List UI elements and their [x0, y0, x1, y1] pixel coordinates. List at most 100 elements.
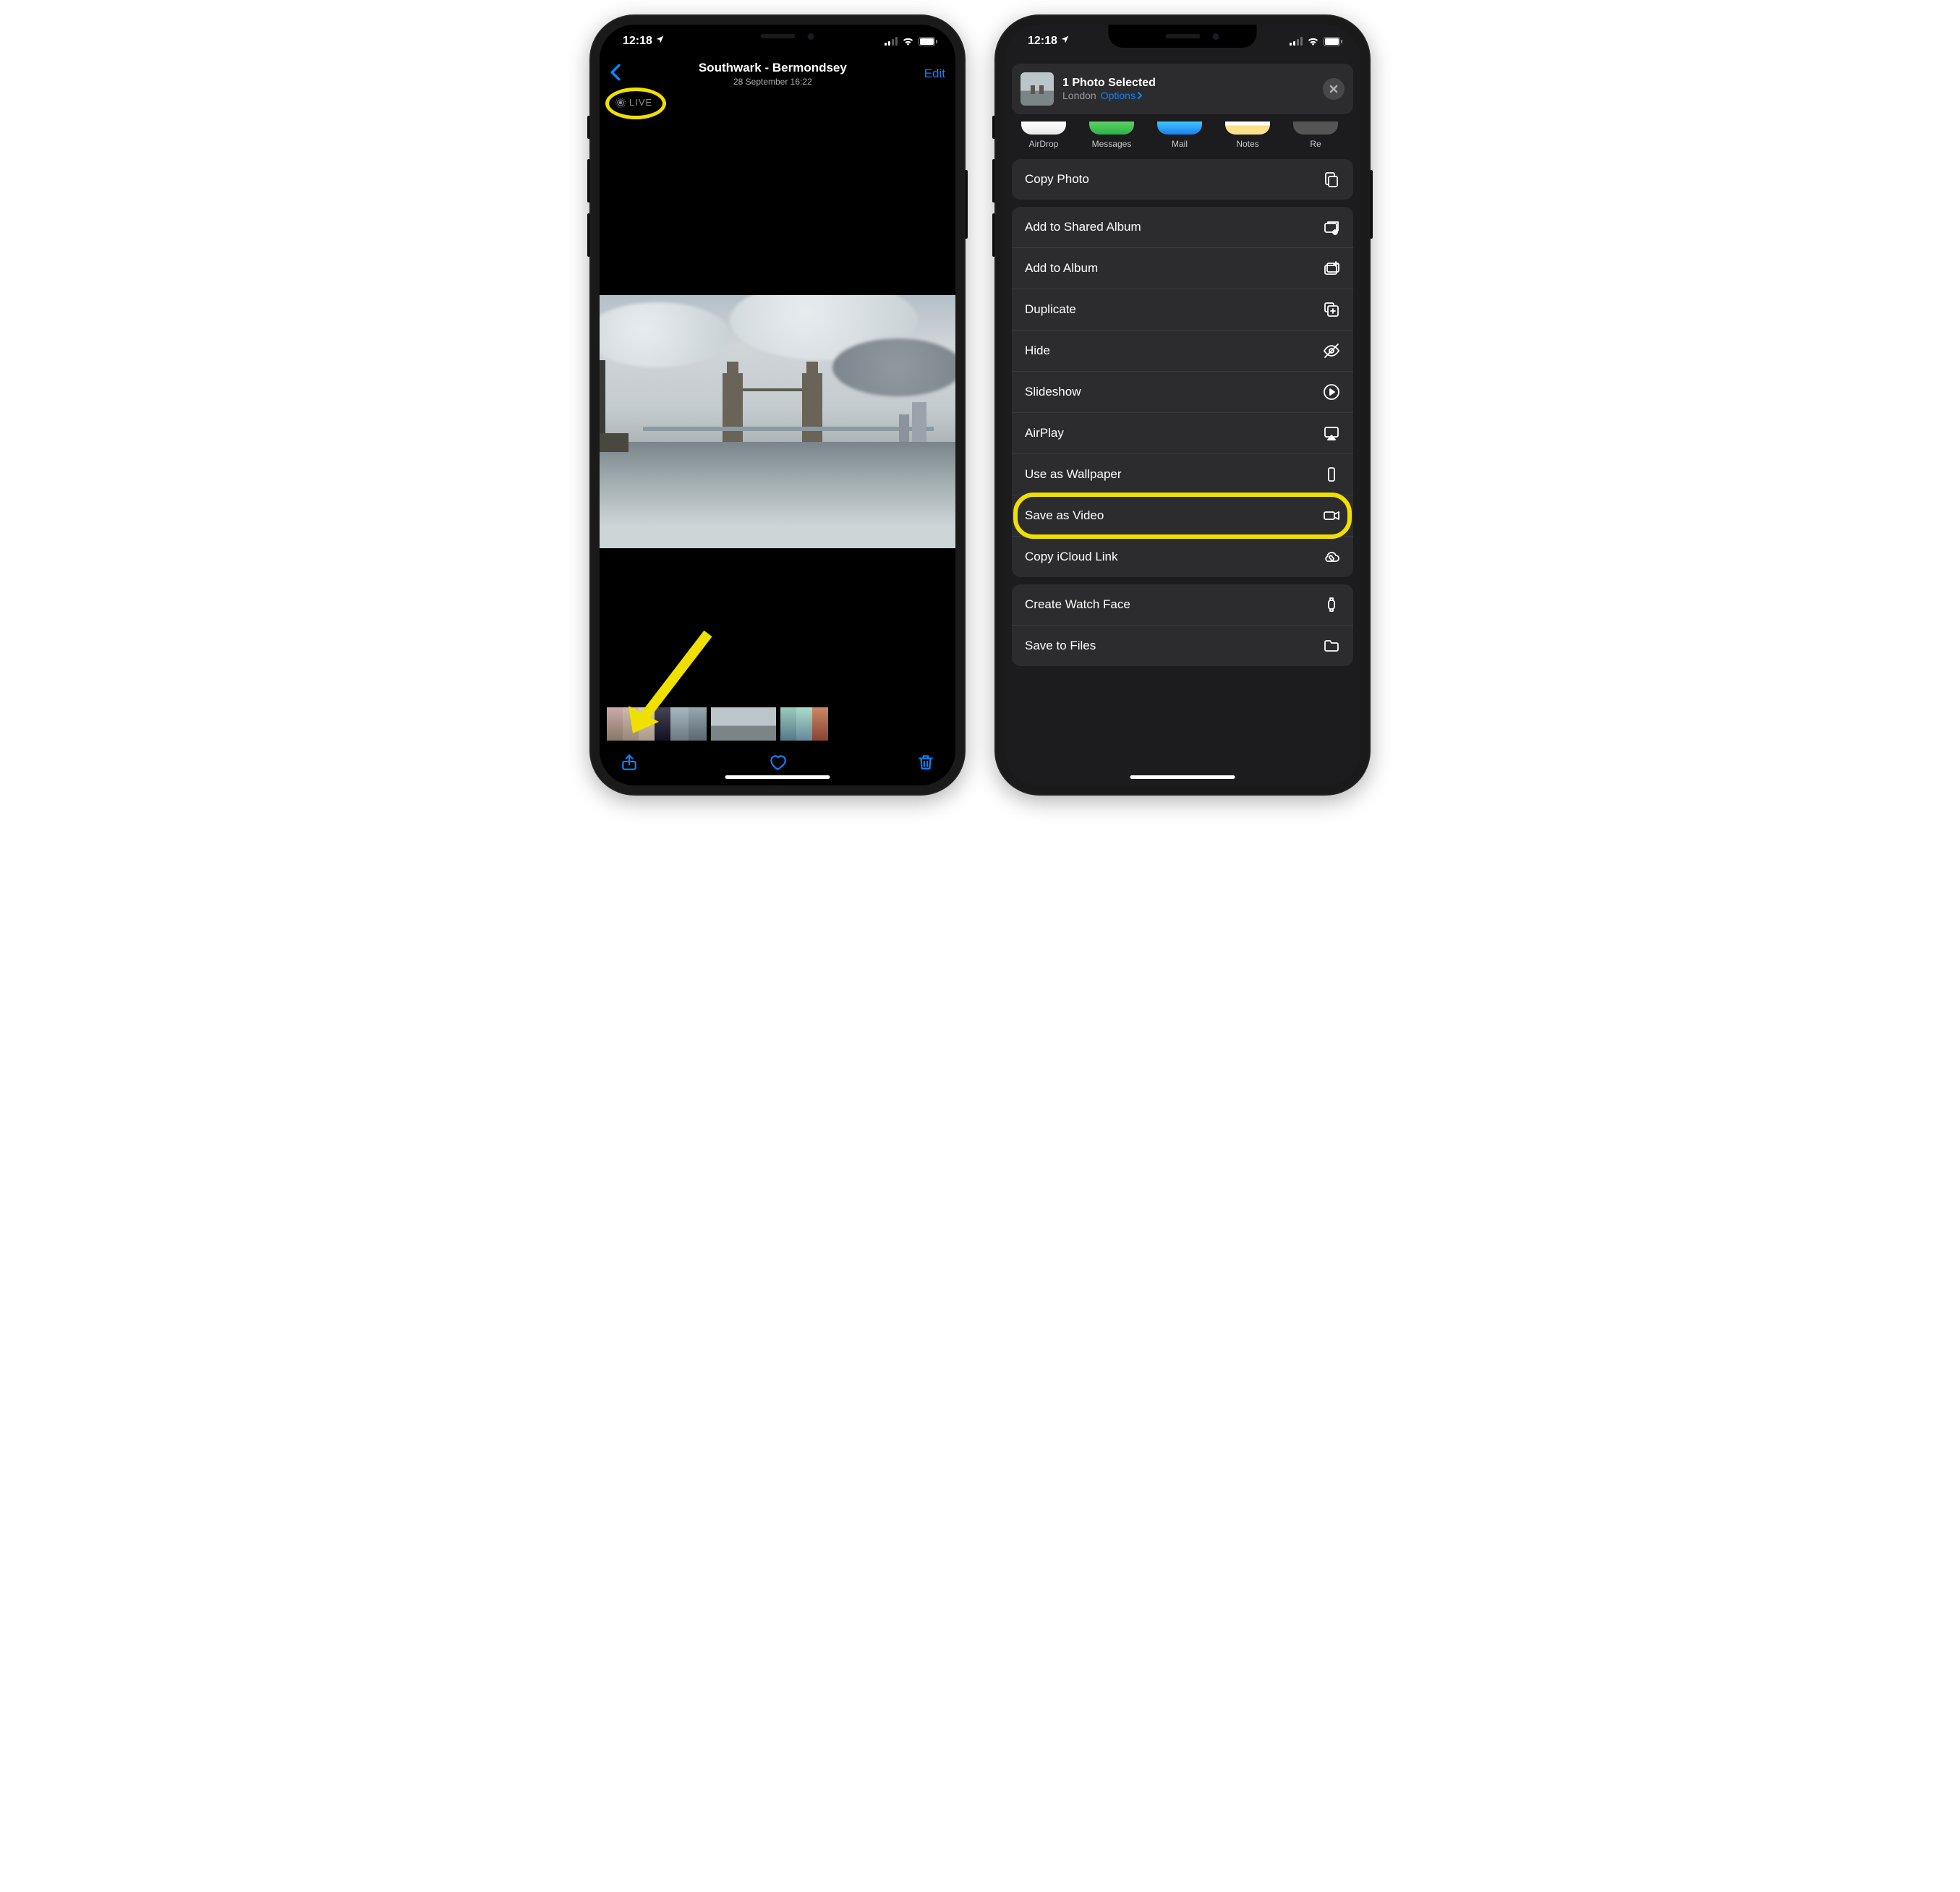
close-button[interactable]: [1323, 78, 1345, 100]
thumb-item-selected[interactable]: [711, 707, 776, 741]
action-group: Create Watch Face Save to Files: [1012, 584, 1353, 666]
share-app-messages[interactable]: Messages: [1086, 122, 1138, 149]
app-label: Mail: [1172, 139, 1188, 149]
battery-icon: [1324, 37, 1343, 46]
back-button[interactable]: [610, 64, 621, 85]
action-save-to-files[interactable]: Save to Files: [1012, 625, 1353, 666]
album-icon: [1323, 260, 1340, 277]
action-create-watch-face[interactable]: Create Watch Face: [1012, 584, 1353, 625]
action-duplicate[interactable]: Duplicate: [1012, 289, 1353, 330]
share-app-mail[interactable]: Mail: [1154, 122, 1206, 149]
share-sheet-header: 1 Photo Selected London Options: [1012, 64, 1353, 114]
thumb-item[interactable]: [623, 707, 639, 741]
action-label: Save as Video: [1025, 508, 1104, 523]
thumb-item[interactable]: [796, 707, 812, 741]
mail-icon: [1157, 122, 1202, 135]
cellular-signal-icon: [1290, 37, 1303, 46]
home-indicator[interactable]: [1130, 775, 1235, 779]
action-use-as-wallpaper[interactable]: Use as Wallpaper: [1012, 453, 1353, 495]
action-label: Duplicate: [1025, 302, 1076, 317]
wallpaper-icon: [1323, 466, 1340, 483]
share-app-notes[interactable]: Notes: [1222, 122, 1274, 149]
delete-button[interactable]: [916, 753, 935, 772]
volume-down: [992, 213, 995, 257]
action-label: Create Watch Face: [1025, 597, 1130, 612]
photo-image: [600, 295, 955, 548]
share-app-airdrop[interactable]: AirDrop: [1018, 122, 1070, 149]
photo-datetime: 28 September 16:22: [621, 77, 924, 87]
action-airplay[interactable]: AirPlay: [1012, 412, 1353, 453]
mute-switch: [992, 116, 995, 139]
action-save-as-video[interactable]: Save as Video: [1012, 495, 1353, 536]
notch: [704, 25, 852, 48]
share-title: 1 Photo Selected: [1062, 77, 1314, 90]
app-label: Messages: [1092, 139, 1132, 149]
share-options-button[interactable]: Options: [1101, 90, 1143, 101]
status-time: 12:18: [1028, 35, 1057, 48]
power-button: [1370, 170, 1373, 239]
volume-up: [992, 159, 995, 203]
thumb-item[interactable]: [607, 707, 623, 741]
status-time: 12:18: [623, 35, 652, 48]
share-app-re[interactable]: Re: [1290, 122, 1342, 149]
action-label: Hide: [1025, 344, 1050, 358]
duplicate-icon: [1323, 301, 1340, 318]
shared-album-icon: [1323, 218, 1340, 236]
airdrop-icon: [1021, 122, 1066, 135]
play-icon: [1323, 383, 1340, 401]
share-actions-list[interactable]: Copy Photo Add to Shared Album Add to Alb…: [1005, 159, 1360, 785]
action-copy-photo[interactable]: Copy Photo: [1012, 159, 1353, 200]
action-label: Add to Shared Album: [1025, 220, 1141, 234]
action-add-to-shared-album[interactable]: Add to Shared Album: [1012, 207, 1353, 247]
action-label: Save to Files: [1025, 639, 1096, 653]
thumb-item[interactable]: [689, 707, 707, 741]
share-button[interactable]: [620, 753, 639, 772]
watch-icon: [1323, 596, 1340, 613]
action-label: Add to Album: [1025, 261, 1098, 276]
edit-button[interactable]: Edit: [924, 67, 945, 81]
thumb-item[interactable]: [812, 707, 828, 741]
share-apps-row[interactable]: AirDrop Messages Mail Notes Re: [1005, 122, 1360, 159]
folder-icon: [1323, 637, 1340, 655]
thumb-item[interactable]: [639, 707, 655, 741]
action-add-to-album[interactable]: Add to Album: [1012, 247, 1353, 289]
favorite-button[interactable]: [768, 753, 787, 772]
action-label: AirPlay: [1025, 426, 1064, 440]
action-hide[interactable]: Hide: [1012, 330, 1353, 371]
action-group: Copy Photo: [1012, 159, 1353, 200]
copy-icon: [1323, 171, 1340, 188]
video-icon: [1323, 507, 1340, 524]
cellular-signal-icon: [885, 37, 898, 46]
action-label: Copy Photo: [1025, 172, 1089, 187]
wifi-icon: [1307, 37, 1319, 46]
messages-icon: [1089, 122, 1134, 135]
re-icon: [1293, 122, 1338, 135]
thumbnail-strip[interactable]: [600, 706, 955, 742]
action-label: Use as Wallpaper: [1025, 467, 1122, 482]
home-indicator[interactable]: [725, 775, 830, 779]
share-location: London: [1062, 90, 1096, 101]
power-button: [965, 170, 968, 239]
thumb-item[interactable]: [655, 707, 670, 741]
app-label: Re: [1310, 139, 1321, 149]
hide-icon: [1323, 342, 1340, 359]
cloud-icon: [1323, 548, 1340, 566]
action-slideshow[interactable]: Slideshow: [1012, 371, 1353, 412]
photo-location-title: Southwark - Bermondsey: [621, 61, 924, 75]
thumb-item[interactable]: [670, 707, 689, 741]
notes-icon: [1225, 122, 1270, 135]
volume-up: [587, 159, 590, 203]
location-services-icon: [655, 35, 665, 46]
notch: [1109, 25, 1257, 48]
bottom-toolbar: [600, 742, 955, 785]
phone-mockup-sharesheet: 12:18 1 Photo Selected: [994, 14, 1371, 796]
live-photo-badge: LIVE: [615, 97, 652, 108]
phone-mockup-photos: 12:18 Southwar: [589, 14, 966, 796]
thumb-item[interactable]: [780, 707, 796, 741]
action-copy-icloud-link[interactable]: Copy iCloud Link: [1012, 536, 1353, 577]
photo-viewer[interactable]: [600, 108, 955, 706]
action-label: Copy iCloud Link: [1025, 550, 1118, 564]
app-label: Notes: [1236, 139, 1258, 149]
location-services-icon: [1060, 35, 1070, 46]
nav-bar: Southwark - Bermondsey 28 September 16:2…: [600, 58, 955, 93]
